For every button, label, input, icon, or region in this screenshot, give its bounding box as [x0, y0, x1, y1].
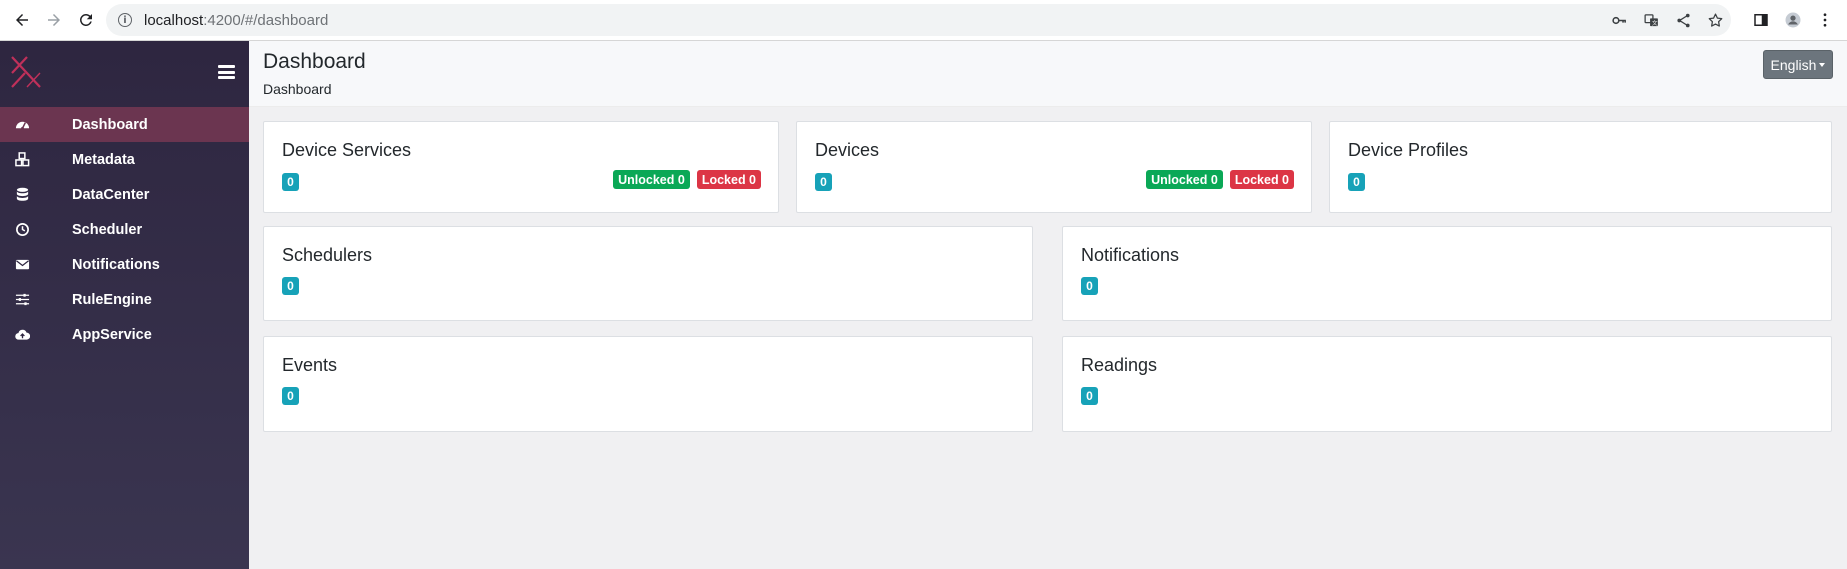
card-title: Notifications: [1081, 245, 1180, 265]
count-badge: 0: [1348, 173, 1365, 191]
tachometer-icon: [14, 117, 30, 132]
page-title: Dashboard: [263, 50, 366, 73]
sidebar-toggle-button[interactable]: [218, 65, 235, 79]
sidebar-item-appservice[interactable]: AppService: [0, 317, 249, 352]
main-content: Dashboard Dashboard English Device Servi…: [249, 41, 1847, 569]
sidebar-item-label: Scheduler: [72, 221, 143, 238]
envelope-icon: [14, 257, 30, 272]
count-badge: 0: [282, 173, 299, 191]
card-title: Devices: [815, 140, 880, 160]
arrow-right-icon: [48, 14, 60, 26]
clock-icon: [14, 222, 30, 237]
url-text[interactable]: localhost:4200/#/dashboard: [144, 12, 328, 29]
readings-card[interactable]: Readings 0: [1062, 336, 1832, 432]
card-title: Schedulers: [282, 245, 373, 265]
forward-button[interactable]: [40, 6, 68, 34]
reload-button[interactable]: [72, 6, 100, 34]
cubes-icon: [14, 152, 30, 167]
side-panel-icon[interactable]: [1745, 6, 1777, 34]
browser-toolbar: i localhost:4200/#/dashboard 文: [0, 0, 1847, 41]
sidebar-item-label: Metadata: [72, 151, 135, 168]
count-badge: 0: [282, 387, 299, 405]
sidebar-header: [0, 41, 249, 107]
count-badge: 0: [1081, 277, 1098, 295]
locked-badge: Locked 0: [696, 170, 761, 189]
bookmark-star-icon[interactable]: [1699, 4, 1731, 36]
sliders-icon: [14, 292, 30, 307]
schedulers-card[interactable]: Schedulers 0: [263, 226, 1033, 321]
sidebar-item-label: Notifications: [72, 256, 160, 273]
sidebar-item-dashboard[interactable]: Dashboard: [0, 107, 249, 142]
database-icon: [14, 187, 30, 202]
count-badge: 0: [1081, 387, 1098, 405]
count-badge: 0: [815, 173, 832, 191]
devices-card[interactable]: Devices 0 Unlocked 0 Locked 0: [796, 121, 1312, 213]
sidebar: Dashboard Metadata DataCenter Scheduler …: [0, 41, 249, 569]
app-logo[interactable]: [9, 55, 43, 89]
unlocked-badge: Unlocked 0: [613, 170, 690, 189]
card-title: Device Services: [282, 140, 412, 160]
key-icon[interactable]: [1603, 4, 1635, 36]
address-bar[interactable]: i localhost:4200/#/dashboard 文: [106, 4, 1731, 36]
sidebar-item-datacenter[interactable]: DataCenter: [0, 177, 249, 212]
device-services-card[interactable]: Device Services 0 Unlocked 0 Locked 0: [263, 121, 779, 213]
sidebar-item-label: RuleEngine: [72, 291, 152, 308]
back-button[interactable]: [8, 6, 36, 34]
browser-menu-icon[interactable]: [1809, 6, 1841, 34]
sidebar-item-notifications[interactable]: Notifications: [0, 247, 249, 282]
sidebar-menu: Dashboard Metadata DataCenter Scheduler …: [0, 107, 249, 352]
breadcrumb[interactable]: Dashboard: [263, 81, 332, 97]
reload-icon: [79, 13, 92, 26]
sidebar-item-ruleengine[interactable]: RuleEngine: [0, 282, 249, 317]
sidebar-item-label: DataCenter: [72, 186, 150, 203]
locked-badge: Locked 0: [1229, 170, 1294, 189]
language-dropdown-button[interactable]: English: [1763, 50, 1833, 79]
arrow-left-icon: [16, 14, 28, 26]
sidebar-item-label: Dashboard: [72, 116, 148, 133]
share-icon[interactable]: [1667, 4, 1699, 36]
notifications-card[interactable]: Notifications 0: [1062, 226, 1832, 321]
language-label: English: [1770, 56, 1817, 73]
card-title: Device Profiles: [1348, 140, 1469, 160]
sidebar-item-scheduler[interactable]: Scheduler: [0, 212, 249, 247]
caret-down-icon: [1819, 63, 1826, 67]
unlocked-badge: Unlocked 0: [1146, 170, 1223, 189]
translate-icon[interactable]: 文: [1635, 4, 1667, 36]
cloud-upload-icon: [14, 327, 30, 342]
device-profiles-card[interactable]: Device Profiles 0: [1329, 121, 1832, 213]
count-badge: 0: [282, 277, 299, 295]
sidebar-item-metadata[interactable]: Metadata: [0, 142, 249, 177]
events-card[interactable]: Events 0: [263, 336, 1033, 432]
card-title: Readings: [1081, 355, 1158, 375]
site-info-icon[interactable]: i: [118, 13, 132, 27]
sidebar-item-label: AppService: [72, 326, 152, 343]
profile-avatar-icon[interactable]: [1777, 6, 1809, 34]
card-title: Events: [282, 355, 338, 375]
page-header: Dashboard Dashboard English: [249, 41, 1847, 107]
